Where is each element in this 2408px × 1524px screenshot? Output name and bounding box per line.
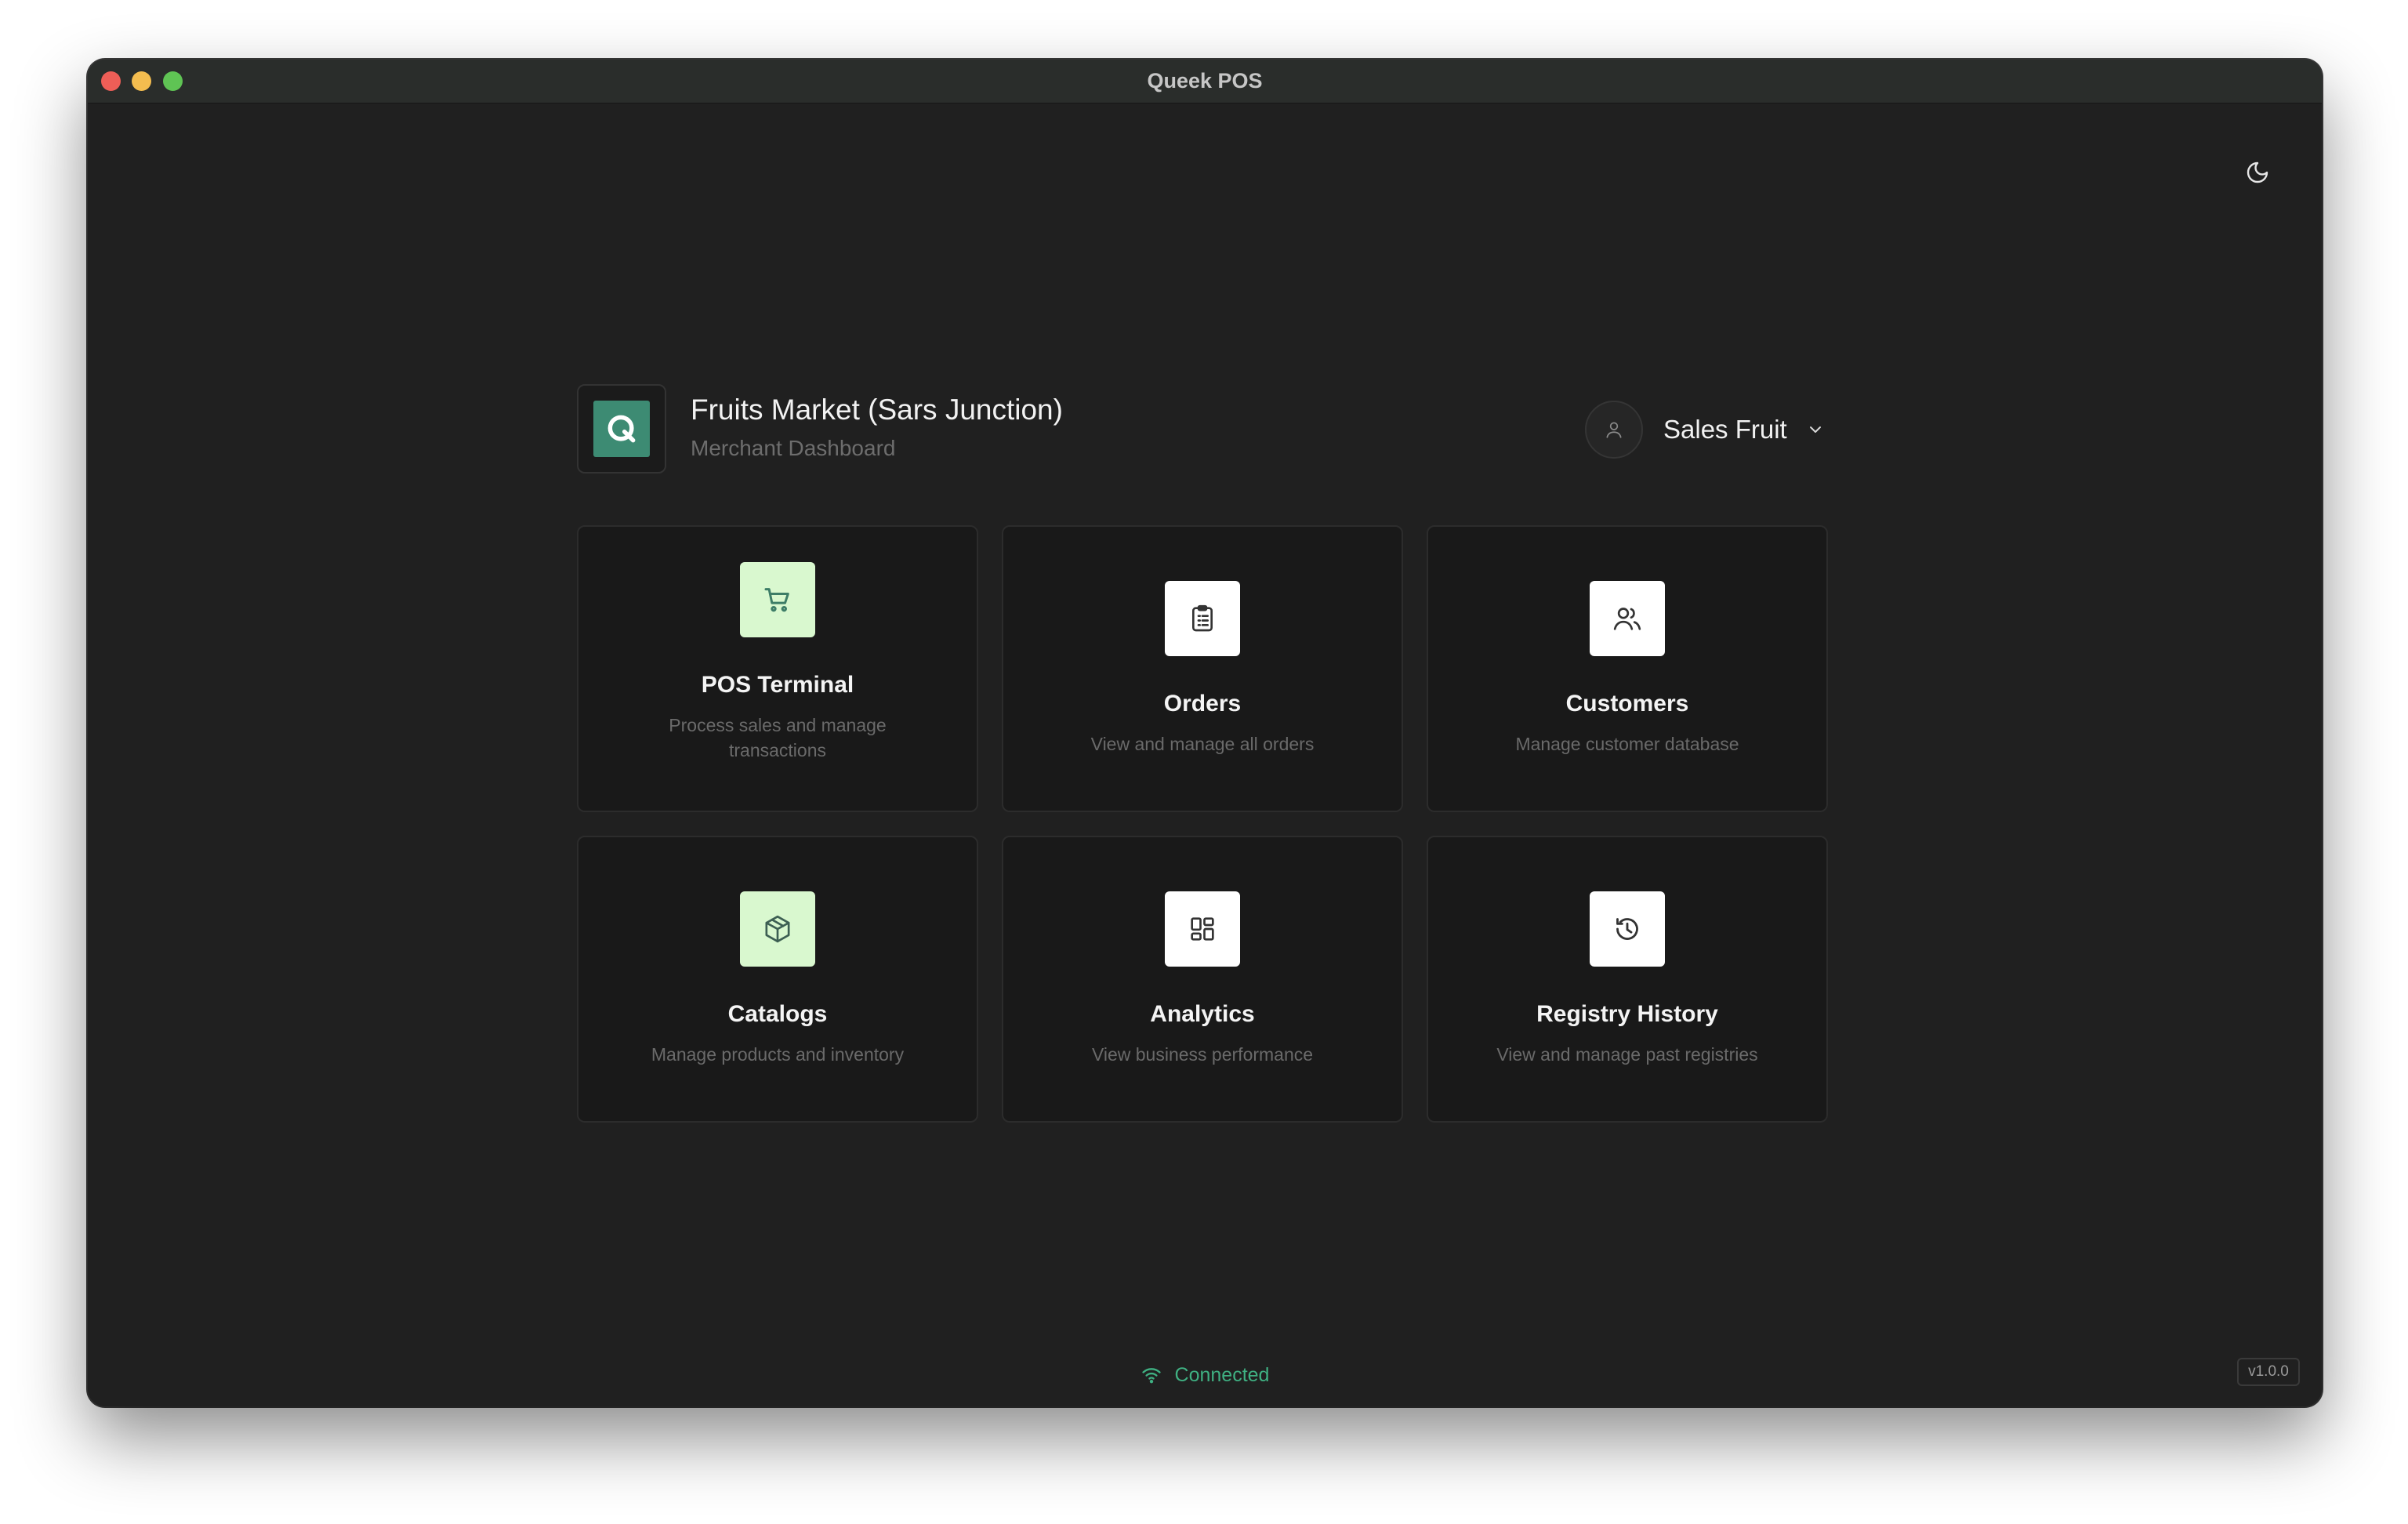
card-description: View and manage past registries bbox=[1496, 1044, 1758, 1065]
avatar bbox=[1585, 401, 1643, 459]
history-icon bbox=[1590, 891, 1665, 967]
merchant-name: Fruits Market (Sars Junction) bbox=[691, 394, 1063, 426]
pos-terminal-card[interactable]: POS Terminal Process sales and manage tr… bbox=[577, 525, 978, 812]
card-title: Analytics bbox=[1150, 1001, 1255, 1027]
app-window: Queek POS Fruits Market (Sars Junction) … bbox=[88, 60, 2322, 1406]
wifi-icon bbox=[1141, 1368, 1161, 1384]
card-title: Customers bbox=[1565, 691, 1689, 717]
queek-logo-icon bbox=[593, 401, 650, 457]
feature-grid: POS Terminal Process sales and manage tr… bbox=[577, 525, 1828, 1123]
card-description: Manage products and inventory bbox=[651, 1044, 905, 1065]
user-name: Sales Fruit bbox=[1663, 415, 1787, 444]
customers-card[interactable]: Customers Manage customer database bbox=[1427, 525, 1828, 812]
card-description: View and manage all orders bbox=[1090, 734, 1315, 754]
theme-toggle-button[interactable] bbox=[2234, 149, 2281, 196]
user-menu-button[interactable]: Sales Fruit bbox=[1585, 398, 1825, 461]
orders-card[interactable]: Orders View and manage all orders bbox=[1002, 525, 1403, 812]
analytics-card[interactable]: Analytics View business performance bbox=[1002, 836, 1403, 1123]
connection-status: Connected bbox=[88, 1359, 2322, 1391]
title-bar: Queek POS bbox=[88, 60, 2322, 103]
users-icon bbox=[1590, 581, 1665, 656]
registry-history-card[interactable]: Registry History View and manage past re… bbox=[1427, 836, 1828, 1123]
dashboard-grid-icon bbox=[1165, 891, 1240, 967]
merchant-subtitle: Merchant Dashboard bbox=[691, 436, 896, 460]
version-badge: v1.0.0 bbox=[2237, 1358, 2300, 1386]
clipboard-list-icon bbox=[1165, 581, 1240, 656]
connection-status-text: Connected bbox=[1174, 1363, 1270, 1386]
card-description: Process sales and manage transactions bbox=[669, 715, 887, 760]
desktop: Queek POS Fruits Market (Sars Junction) … bbox=[0, 0, 2408, 1524]
package-icon bbox=[740, 891, 815, 967]
card-title: Orders bbox=[1163, 691, 1242, 717]
card-title: Registry History bbox=[1536, 1001, 1718, 1027]
chevron-down-icon bbox=[1806, 420, 1825, 439]
card-title: POS Terminal bbox=[701, 672, 854, 698]
merchant-logo bbox=[577, 384, 666, 474]
card-description: View business performance bbox=[1091, 1044, 1314, 1065]
card-description: Manage customer database bbox=[1515, 734, 1739, 754]
user-icon bbox=[1606, 422, 1622, 438]
moon-icon bbox=[2247, 161, 2268, 183]
card-title: Catalogs bbox=[727, 1001, 828, 1027]
catalogs-card[interactable]: Catalogs Manage products and inventory bbox=[577, 836, 978, 1123]
shopping-cart-icon bbox=[740, 562, 815, 637]
window-title: Queek POS bbox=[1147, 69, 1263, 93]
